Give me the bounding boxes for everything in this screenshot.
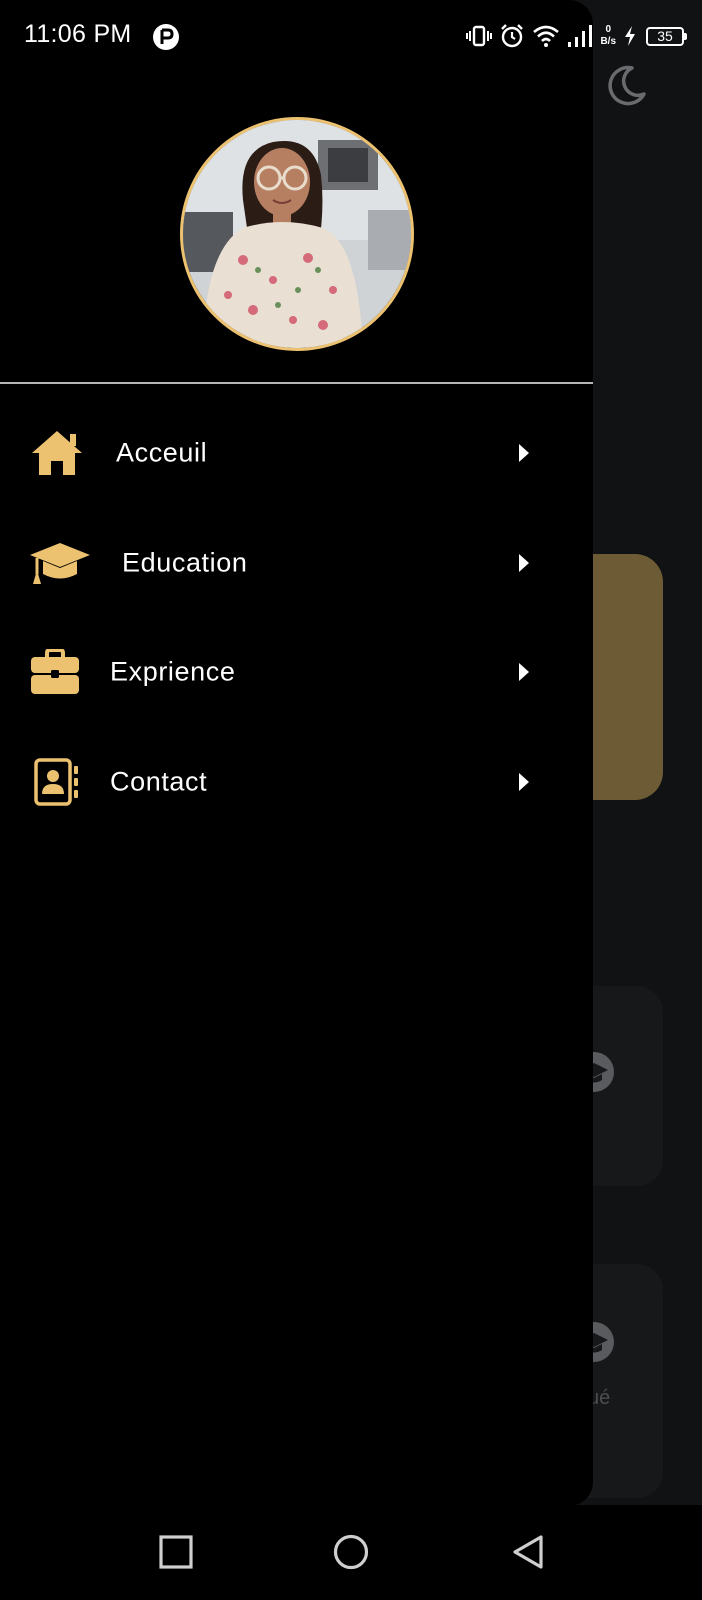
drawer-item-contact[interactable]: Contact xyxy=(0,742,593,822)
caret-right-icon xyxy=(519,773,529,791)
system-navigation-bar xyxy=(0,1506,702,1600)
status-icons: 0 B/s 35 xyxy=(466,20,687,52)
status-time: 11:06 PM xyxy=(24,20,132,48)
profile-photo xyxy=(183,120,411,348)
network-speed: 0 B/s xyxy=(600,24,616,48)
drawer-item-label: Contact xyxy=(110,766,208,797)
back-icon[interactable] xyxy=(510,1534,546,1570)
drawer-item-label: Exprience xyxy=(110,656,236,687)
network-speed-value: 0 xyxy=(605,24,611,35)
navigation-drawer: Acceuil Education Exprience Contact xyxy=(0,0,593,1506)
drawer-divider xyxy=(0,382,593,384)
alarm-icon xyxy=(501,24,524,48)
wifi-icon xyxy=(533,25,560,47)
battery-indicator: 35 xyxy=(646,26,687,46)
charging-icon xyxy=(625,26,635,46)
network-speed-unit: B/s xyxy=(600,36,616,47)
status-bar: 11:06 PM 0 B/s 35 xyxy=(0,0,702,68)
signal-icon xyxy=(568,25,593,47)
caret-right-icon xyxy=(519,663,529,681)
briefcase-icon xyxy=(31,649,79,694)
app-notification-icon xyxy=(153,24,179,50)
drawer-item-exprience[interactable]: Exprience xyxy=(0,632,593,712)
drawer-item-education[interactable]: Education xyxy=(0,523,593,603)
drawer-item-acceuil[interactable]: Acceuil xyxy=(0,413,593,493)
address-book-icon xyxy=(34,758,78,806)
drawer-item-label: Acceuil xyxy=(116,437,208,468)
avatar[interactable] xyxy=(180,117,414,351)
vibrate-icon xyxy=(466,25,493,47)
caret-right-icon xyxy=(519,554,529,572)
home-circle-icon[interactable] xyxy=(333,1534,369,1570)
moon-icon[interactable] xyxy=(604,64,648,108)
drawer-item-label: Education xyxy=(122,547,248,578)
battery-level: 35 xyxy=(657,28,673,44)
graduation-cap-icon xyxy=(30,543,90,584)
caret-right-icon xyxy=(519,444,529,462)
home-icon xyxy=(32,431,82,475)
recents-icon[interactable] xyxy=(158,1534,194,1570)
screen: ué 11:06 PM 0 B/s 35 Acceuil Education E… xyxy=(0,0,702,1600)
